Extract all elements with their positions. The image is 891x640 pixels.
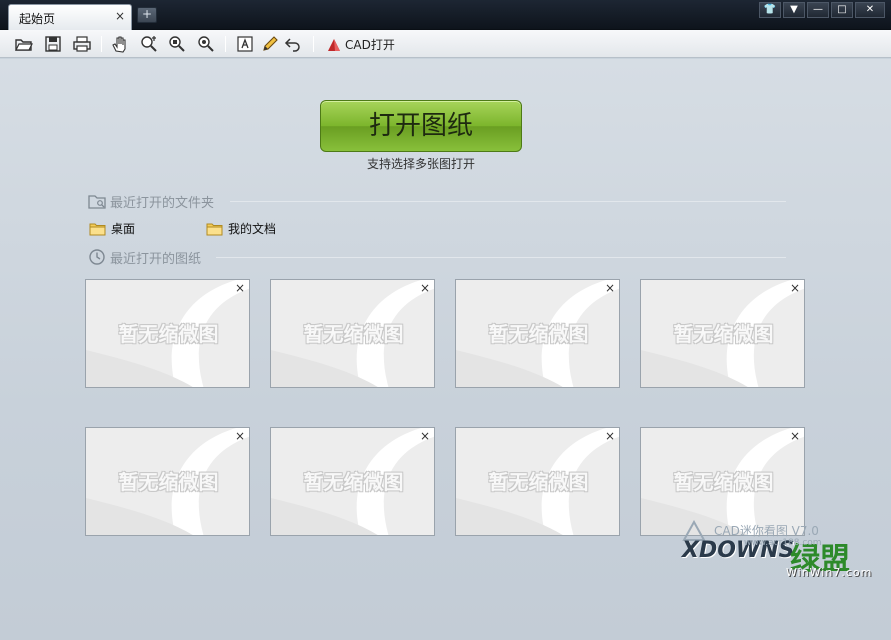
remove-thumbnail-icon[interactable]: × [420,429,430,443]
remove-thumbnail-icon[interactable]: × [605,429,615,443]
text-tool-icon[interactable] [235,34,255,54]
tab-label: 起始页 [19,12,56,26]
pan-hand-icon[interactable] [110,34,130,54]
recent-drawings-title: 最近打开的图纸 [110,251,202,267]
close-button[interactable]: ✕ [855,2,885,18]
skin-icon[interactable]: 👕 [759,2,781,18]
folder-label: 我的文档 [228,222,277,236]
undo-icon[interactable] [283,34,303,54]
clock-icon [89,249,105,265]
pencil-icon[interactable] [260,34,280,54]
title-bar: 起始页 × + 👕 ▼ — □ ✕ [0,0,891,30]
menu-dropdown-icon[interactable]: ▼ [783,2,805,18]
save-icon[interactable] [43,34,63,54]
zoom-extents-icon[interactable] [196,34,216,54]
no-thumbnail-label: 暂无缩微图 [118,322,219,346]
zoom-window-icon[interactable] [167,34,187,54]
open-drawing-button[interactable]: 打开图纸 [320,100,522,152]
recent-folders-title: 最近打开的文件夹 [110,195,215,211]
remove-thumbnail-icon[interactable]: × [420,281,430,295]
folder-item-my-documents[interactable]: 我的文档 [206,220,276,237]
cad-open-button[interactable]: CAD打开 [326,36,395,53]
no-thumbnail-label: 暂无缩微图 [488,470,589,494]
window-controls: 👕 ▼ — □ ✕ [759,2,885,18]
recent-folders-header: 最近打开的文件夹 [88,192,215,211]
remove-thumbnail-icon[interactable]: × [235,429,245,443]
cad-logo-icon [328,38,340,51]
remove-thumbnail-icon[interactable]: × [790,429,800,443]
section-divider [216,257,786,258]
cad-open-label: CAD打开 [345,38,395,52]
watermark-url: www.acr188.com [744,538,822,548]
drawing-thumbnail[interactable]: 暂无缩微图 × [455,279,620,388]
drawing-thumbnail[interactable]: 暂无缩微图 × [640,279,805,388]
recent-drawings-header: 最近打开的图纸 [88,248,202,267]
toolbar-separator [225,36,226,52]
zoom-realtime-icon[interactable] [139,34,159,54]
toolbar: CAD打开 [0,30,891,58]
no-thumbnail-label: 暂无缩微图 [488,322,589,346]
drawing-thumbnail[interactable]: 暂无缩微图 × [85,279,250,388]
no-thumbnail-label: 暂无缩微图 [673,322,774,346]
toolbar-separator [101,36,102,52]
remove-thumbnail-icon[interactable]: × [790,281,800,295]
no-thumbnail-label: 暂无缩微图 [118,470,219,494]
drawing-thumbnail[interactable]: 暂无缩微图 × [270,279,435,388]
watermark-site-text: WinWin7.com [786,566,873,579]
tab-close-icon[interactable]: × [115,9,125,23]
folder-search-icon [88,195,106,209]
folder-icon [89,223,106,235]
tab-start-page[interactable]: 起始页 × [8,4,132,30]
watermark-logo: CAD迷你看图 V7.0 XDOWNS 绿盟 WinWin7.com [682,520,887,579]
minimize-button[interactable]: — [807,2,829,18]
no-thumbnail-label: 暂无缩微图 [303,470,404,494]
no-thumbnail-label: 暂无缩微图 [303,322,404,346]
drawing-thumbnail[interactable]: 暂无缩微图 × [270,427,435,536]
remove-thumbnail-icon[interactable]: × [235,281,245,295]
section-divider [230,201,786,202]
open-hint-text: 支持选择多张图打开 [366,157,475,171]
folder-icon [206,223,223,235]
remove-thumbnail-icon[interactable]: × [605,281,615,295]
drawing-thumbnail[interactable]: 暂无缩微图 × [455,427,620,536]
open-folder-icon[interactable] [14,34,34,54]
maximize-button[interactable]: □ [831,2,853,18]
toolbar-separator [313,36,314,52]
new-tab-button[interactable]: + [137,7,157,23]
folder-label: 桌面 [111,222,136,236]
folder-item-desktop[interactable]: 桌面 [89,220,135,237]
print-icon[interactable] [72,34,92,54]
drawing-thumbnail[interactable]: 暂无缩微图 × [85,427,250,536]
no-thumbnail-label: 暂无缩微图 [673,470,774,494]
